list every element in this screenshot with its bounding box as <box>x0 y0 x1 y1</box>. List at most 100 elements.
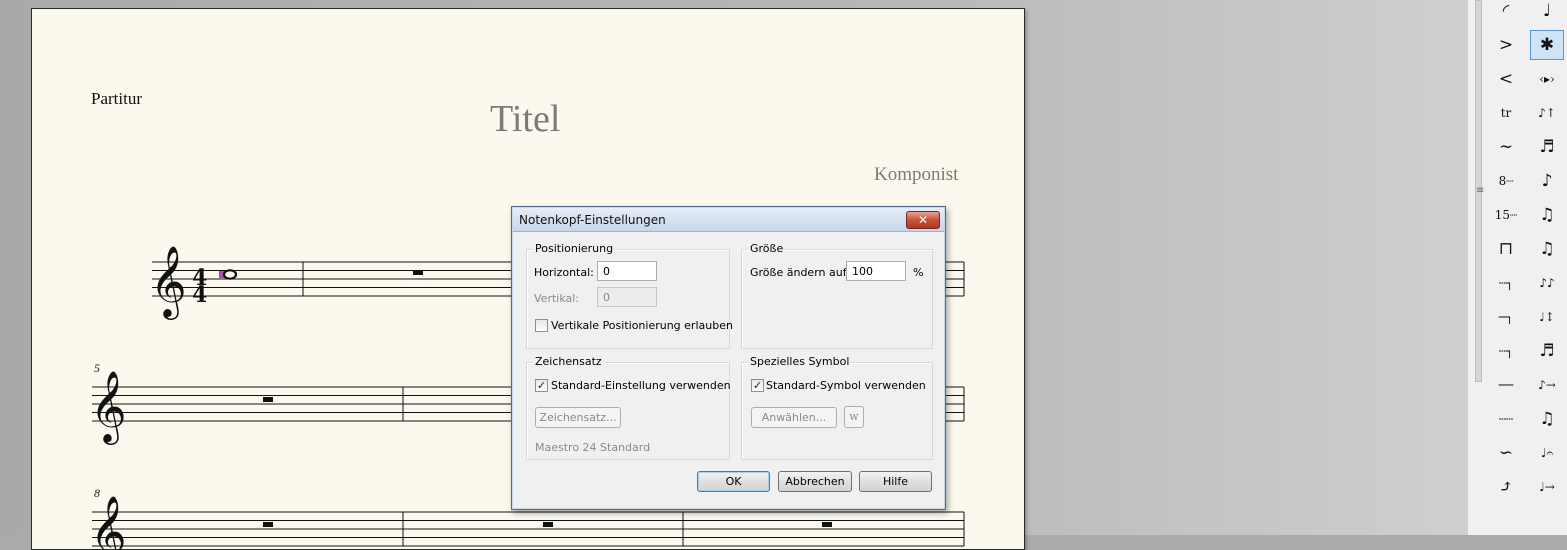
use-default-font-checkbox[interactable]: ✓ <box>535 379 548 392</box>
dialog-titlebar[interactable]: Notenkopf-Einstellungen ✕ <box>513 208 944 232</box>
vertical-input[interactable]: 0 <box>597 287 657 307</box>
dashed-bracket-icon: ┄┐ <box>1498 276 1514 290</box>
dot-position-icon: ♩𝄐 <box>1540 445 1554 460</box>
bracket-icon: ⊓ <box>1498 239 1514 259</box>
palette-tool-secondary-beam[interactable]: ♫ <box>1530 200 1564 230</box>
use-default-font-label[interactable]: Standard-Einstellung verwenden <box>551 379 731 392</box>
quindicesima-icon: 15┈ <box>1494 208 1518 222</box>
font-button[interactable]: Zeichensatz... <box>535 407 621 428</box>
whole-rest <box>822 522 832 527</box>
positioning-group-label: Positionierung <box>533 242 616 255</box>
font-group: Zeichensatz ✓ Standard-Einstellung verwe… <box>526 355 731 460</box>
palette-grip[interactable]: ≡ <box>1474 0 1485 535</box>
trill-extension-icon: ∼ <box>1498 137 1514 157</box>
crescendo-hairpin-icon: < <box>1498 69 1514 89</box>
cancel-button[interactable]: Abbrechen <box>778 471 852 492</box>
dashed-hook-icon: ┄┐ <box>1498 344 1514 358</box>
palette-tool-dashed-line[interactable]: ┄┄ <box>1489 404 1523 434</box>
tie-direction-icon: ♩→ <box>1539 480 1555 494</box>
bend-icon: ⤴ <box>1498 477 1514 497</box>
beam-break-icon: ♬ <box>1539 341 1555 361</box>
size-input[interactable]: 100 <box>846 261 906 281</box>
treble-clef-icon: 𝄞 <box>90 494 127 549</box>
positioning-group: Positionierung Horizontal: 0 Vertikal: 0… <box>526 242 733 349</box>
special-symbol-group-label: Spezielles Symbol <box>748 355 852 368</box>
close-button[interactable]: ✕ <box>906 211 940 229</box>
select-symbol-button[interactable]: Anwählen... <box>751 407 837 428</box>
secondary-beam-icon: ♫ <box>1539 205 1555 225</box>
horizontal-input[interactable]: 0 <box>597 261 657 281</box>
measure-number: 8 <box>94 486 100 500</box>
palette-tool-bracket[interactable]: ⊓ <box>1489 234 1523 264</box>
measure-number: 5 <box>94 361 100 375</box>
size-group: Größe Größe ändern auf: 100 % <box>741 242 933 349</box>
close-icon: ✕ <box>917 213 929 227</box>
palette-tool-notehead[interactable]: ✱ <box>1530 30 1564 60</box>
ottava-icon: 8┈ <box>1498 174 1514 188</box>
trill-icon: tr <box>1500 106 1512 120</box>
palette-tool-slur-arc[interactable]: ◜ <box>1489 0 1523 26</box>
stem-length-icon: ♩↕ <box>1539 310 1555 324</box>
palette-tool-glissando[interactable]: ∽ <box>1489 438 1523 468</box>
palette-tool-bend[interactable]: ⤴ <box>1489 472 1523 502</box>
composer-label[interactable]: Komponist <box>874 164 958 186</box>
treble-clef-icon: 𝄞 <box>150 244 187 320</box>
treble-clef-icon: 𝄞 <box>90 369 127 445</box>
palette-tool-line-hook[interactable]: ─┐ <box>1489 302 1523 332</box>
glissando-icon: ∽ <box>1498 443 1514 463</box>
flag-icon: ♪→ <box>1538 378 1556 392</box>
horizontal-label: Horizontal: <box>534 266 594 279</box>
palette-tool-beam-extension[interactable]: ♪ <box>1530 166 1564 196</box>
palette-tool-stem-length[interactable]: ♩↕ <box>1530 302 1564 332</box>
solid-line-icon: ── <box>1498 378 1514 392</box>
palette-tool-dashed-hook[interactable]: ┄┐ <box>1489 336 1523 366</box>
palette-tool-tie-direction[interactable]: ♩→ <box>1530 472 1564 502</box>
stem-direction-icon: ♪↑ <box>1538 106 1556 120</box>
score-title[interactable]: Titel <box>490 97 560 141</box>
whole-rest <box>263 397 273 402</box>
dialog-title: Notenkopf-Einstellungen <box>519 213 666 227</box>
palette-tool-crescendo-hairpin[interactable]: < <box>1489 64 1523 94</box>
dashed-line-icon: ┄┄ <box>1498 412 1514 426</box>
vertical-label: Vertikal: <box>534 292 580 305</box>
part-label[interactable]: Partitur <box>91 89 142 109</box>
beam-thickness-icon: ♫ <box>1539 409 1555 429</box>
use-default-symbol-label[interactable]: Standard-Symbol verwenden <box>766 379 926 392</box>
palette-tool-trill[interactable]: tr <box>1489 98 1523 128</box>
palette-tool-double-stem[interactable]: ♪♪ <box>1530 268 1564 298</box>
font-name-label: Maestro 24 Standard <box>535 441 651 454</box>
palette-tool-beam-slope[interactable]: ♫ <box>1530 234 1564 264</box>
slur-arc-icon: ◜ <box>1502 1 1510 21</box>
time-signature-denominator: 4 <box>192 282 207 308</box>
palette-tool-flag[interactable]: ♪→ <box>1530 370 1564 400</box>
line-hook-icon: ─┐ <box>1498 310 1514 324</box>
allow-vertical-checkbox[interactable] <box>535 319 548 332</box>
notehead-settings-dialog: Notenkopf-Einstellungen ✕ Positionierung… <box>511 206 946 510</box>
grip-icon: ≡ <box>1476 185 1485 196</box>
palette-tool-beam-break[interactable]: ♬ <box>1530 336 1564 366</box>
palette-tool-dashed-bracket[interactable]: ┄┐ <box>1489 268 1523 298</box>
allow-vertical-label[interactable]: Vertikale Positionierung erlauben <box>551 319 733 332</box>
palette-tool-beam-thickness[interactable]: ♫ <box>1530 404 1564 434</box>
palette-tool-decrescendo-hairpin[interactable]: > <box>1489 30 1523 60</box>
font-group-label: Zeichensatz <box>533 355 604 368</box>
use-default-symbol-checkbox[interactable]: ✓ <box>751 379 764 392</box>
beam-angle-icon: ♬ <box>1539 137 1555 157</box>
whole-rest <box>543 522 553 527</box>
palette-tool-beam-angle[interactable]: ♬ <box>1530 132 1564 162</box>
palette-tool-accidental-move[interactable]: ‹▸› <box>1530 64 1564 94</box>
ok-button[interactable]: OK <box>697 471 770 492</box>
size-unit: % <box>913 266 924 279</box>
whole-rest <box>413 270 423 275</box>
palette-tool-ottava[interactable]: 8┈ <box>1489 166 1523 196</box>
symbol-preview: w <box>844 406 864 428</box>
palette-tool-dot-position[interactable]: ♩𝄐 <box>1530 438 1564 468</box>
help-button[interactable]: Hilfe <box>859 471 932 492</box>
palette-tool-solid-line[interactable]: ── <box>1489 370 1523 400</box>
special-symbol-group: Spezielles Symbol ✓ Standard-Symbol verw… <box>741 355 933 460</box>
palette-tool-trill-extension[interactable]: ∼ <box>1489 132 1523 162</box>
palette-tool-note-position[interactable]: ♩ <box>1530 0 1564 26</box>
note-position-icon: ♩ <box>1542 1 1552 21</box>
palette-tool-quindicesima[interactable]: 15┈ <box>1489 200 1523 230</box>
palette-tool-stem-direction[interactable]: ♪↑ <box>1530 98 1564 128</box>
